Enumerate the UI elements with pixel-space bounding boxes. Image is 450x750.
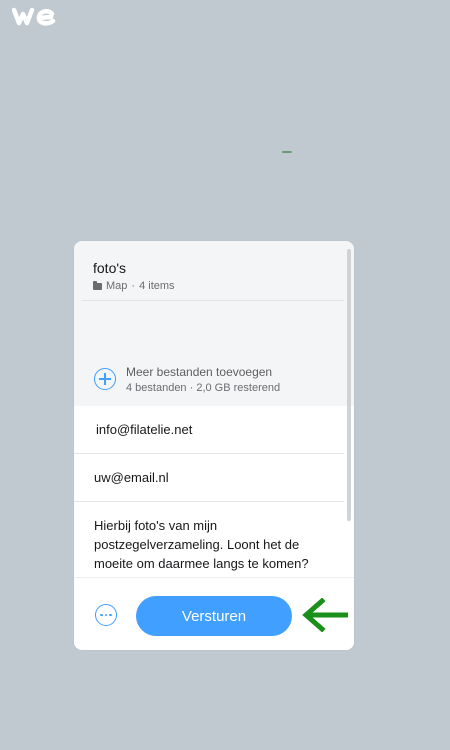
file-type: Map <box>106 280 128 292</box>
add-files-label: Meer bestanden toevoegen <box>126 365 273 379</box>
dot <box>100 613 103 617</box>
transfer-card: foto's Map · 4 items Meer bestanden toev… <box>74 241 354 650</box>
file-count: 4 items <box>139 280 175 292</box>
email-from-value: uw@email.nl <box>94 470 169 485</box>
dot <box>109 613 112 617</box>
add-files-text: Meer bestanden toevoegen 4 bestanden · 2… <box>126 365 280 395</box>
wetransfer-logo-icon[interactable] <box>12 6 58 28</box>
send-button[interactable]: Versturen <box>136 596 292 636</box>
left-arrow-icon <box>302 598 348 632</box>
meta-separator: · <box>131 280 136 292</box>
background-speck <box>282 151 292 153</box>
file-list: foto's Map · 4 items Meer bestanden toev… <box>74 241 354 406</box>
scrollbar[interactable] <box>347 249 351 521</box>
plus-circle-icon[interactable] <box>94 368 116 390</box>
add-files-button[interactable]: Meer bestanden toevoegen 4 bestanden · 2… <box>94 365 280 395</box>
folder-icon <box>93 280 102 290</box>
email-from-field[interactable]: uw@email.nl <box>74 454 344 502</box>
file-meta: Map · 4 items <box>93 280 346 292</box>
add-files-summary: 4 bestanden · 2,0 GB resterend <box>126 382 281 394</box>
dot <box>104 613 108 617</box>
transfer-scroll-area[interactable]: foto's Map · 4 items Meer bestanden toev… <box>74 241 354 577</box>
more-options-icon[interactable] <box>95 604 117 626</box>
message-field[interactable]: Hierbij foto's van mijn postzegelverzame… <box>74 502 354 573</box>
file-divider <box>82 300 344 301</box>
email-to-field[interactable]: info@filatelie.net <box>74 406 344 454</box>
file-item[interactable]: foto's Map · 4 items <box>93 260 346 292</box>
file-name: foto's <box>93 260 127 276</box>
email-to-value: info@filatelie.net <box>96 422 193 437</box>
